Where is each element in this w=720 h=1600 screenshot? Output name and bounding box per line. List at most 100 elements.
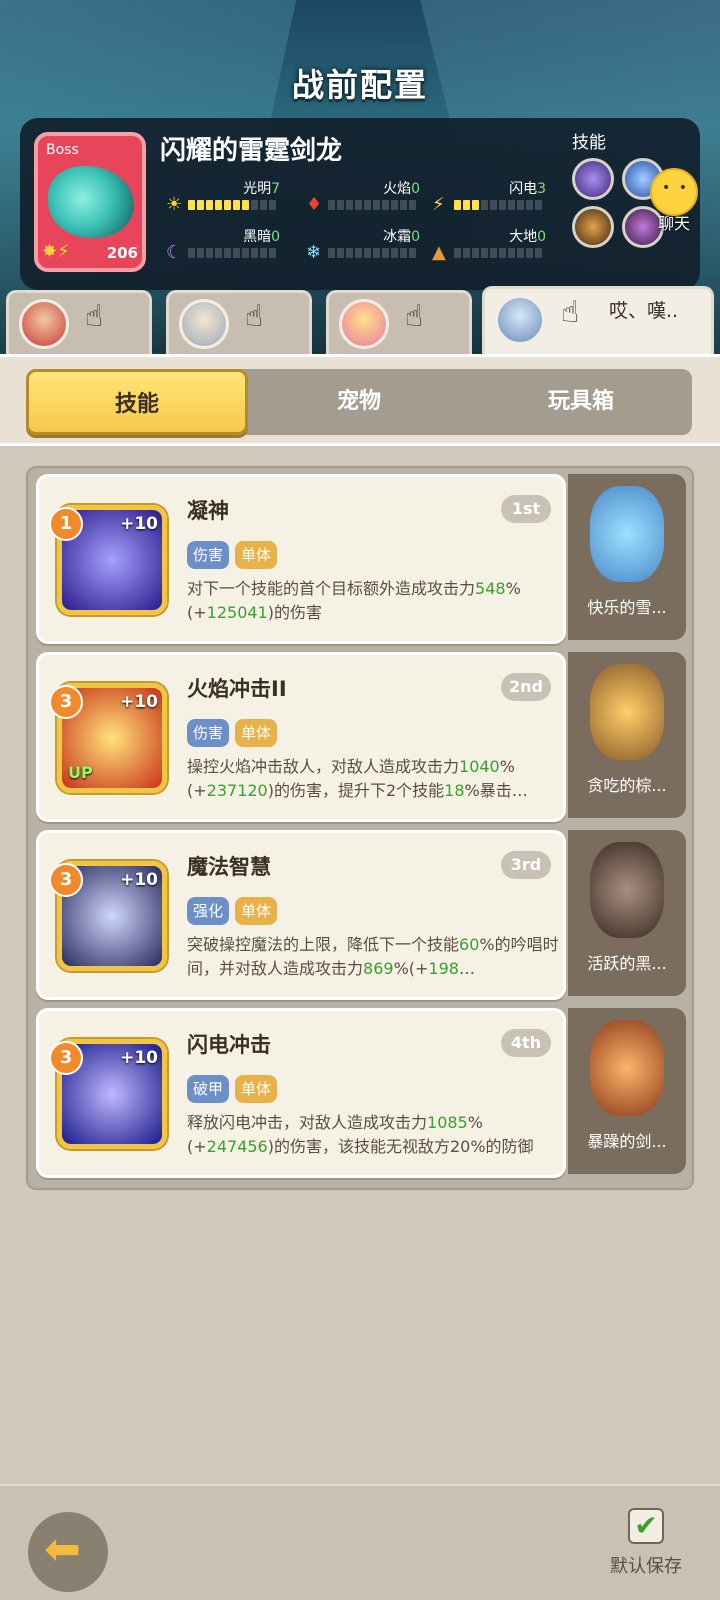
tap-hand-icon: ☝	[245, 299, 264, 334]
boss-level: 206	[106, 244, 138, 262]
earth-icon: ▲	[432, 242, 446, 263]
skill-rank: 4th	[501, 1029, 551, 1057]
sun-icon: ☀	[166, 194, 183, 215]
stat-frost: ❄ 冰霜0	[306, 229, 420, 266]
checkbox-icon: ✔	[628, 1508, 664, 1544]
back-arrow-icon: ⬅	[44, 1524, 81, 1575]
team-tab-4[interactable]: ☝ 哎、嘆..	[482, 286, 714, 354]
pet-name: 快乐的雪...	[587, 598, 667, 617]
skill-level-badge: 1	[49, 507, 83, 541]
skill-tags: 破甲 单体	[187, 1075, 278, 1103]
category-tabbar: 技能 宠物 玩具箱	[0, 354, 720, 446]
chat-button[interactable]: 聊天	[640, 168, 708, 238]
page-title: 战前配置	[291, 66, 428, 104]
tab-toybox[interactable]: 玩具箱	[470, 369, 692, 435]
tap-hand-icon: ☝	[561, 295, 580, 330]
stat-bar	[328, 200, 416, 210]
skill-card[interactable]: 1 +10 凝神 1st 伤害 单体 对下一个技能的首个目标额外造成攻击力548…	[36, 474, 566, 644]
boss-skills-label: 技能	[572, 133, 606, 153]
back-button[interactable]: ⬅	[28, 1512, 108, 1592]
tap-hand-icon: ☝	[85, 299, 104, 334]
skill-description: 突破操控魔法的上限，降低下一个技能60%的吟唱时间，并对敌人造成攻击力869%(…	[187, 935, 559, 978]
stat-light: ☀ 光明7	[166, 181, 280, 218]
snowflake-icon: ❄	[306, 242, 322, 263]
skill-plus: +10	[120, 1048, 158, 1068]
skill-tag: 破甲	[187, 1075, 230, 1103]
tab-skills[interactable]: 技能	[26, 369, 248, 435]
skill-card[interactable]: 3 +10 闪电冲击 4th 破甲 单体 释放闪电冲击，对敌人造成攻击力1085…	[36, 1008, 566, 1178]
skill-rank: 1st	[501, 495, 551, 523]
boss-tag: Boss	[46, 142, 79, 158]
save-label: 默认保存	[610, 1556, 682, 1577]
hero-avatar	[19, 299, 69, 349]
fire-icon: ♦	[306, 194, 323, 215]
stat-earth: ▲ 大地0	[432, 229, 546, 266]
skill-tag: 强化	[187, 897, 230, 925]
skill-tag: 单体	[235, 541, 278, 569]
chat-emoji-icon	[650, 168, 698, 216]
pet-name: 暴躁的剑...	[587, 1132, 667, 1151]
boss-skill-icon[interactable]	[572, 206, 614, 248]
pet-name: 活跃的黑...	[587, 954, 667, 973]
hero-avatar	[339, 299, 389, 349]
skill-description: 操控火焰冲击敌人，对敌人造成攻击力1040%(+237120)的伤害，提升下2个…	[187, 757, 528, 800]
stat-label: 闪电3	[509, 181, 546, 197]
skill-tag: 单体	[235, 1075, 278, 1103]
skill-level-badge: 3	[49, 1041, 83, 1075]
boss-info-panel: Boss ✸⚡ 206 闪耀的雷霆剑龙 ☀ 光明7 ♦ 火焰0 ⚡ 闪电3 ☾ …	[20, 118, 700, 290]
pet-portrait	[590, 1020, 664, 1116]
pet-slot[interactable]: 暴躁的剑...	[568, 1008, 686, 1174]
skill-name: 魔法智慧	[187, 855, 271, 879]
stat-label: 冰霜0	[383, 229, 420, 245]
pet-slot[interactable]: 贪吃的棕...	[568, 652, 686, 818]
tab-group: 技能 宠物 玩具箱	[26, 369, 692, 435]
stat-bar	[188, 200, 276, 210]
team-tab-3[interactable]: ☝	[326, 290, 472, 354]
skill-level-badge: 3	[49, 685, 83, 719]
element-icons: ✸⚡	[42, 241, 70, 262]
skill-level-badge: 3	[49, 863, 83, 897]
stat-lightning: ⚡ 闪电3	[432, 181, 546, 218]
skill-name: 凝神	[187, 499, 229, 523]
stat-label: 大地0	[509, 229, 546, 245]
stat-bar	[454, 200, 542, 210]
team-tab-1[interactable]: ☝	[6, 290, 152, 354]
skill-tags: 伤害 单体	[187, 719, 278, 747]
pet-slot[interactable]: 活跃的黑...	[568, 830, 686, 996]
tab-pets[interactable]: 宠物	[248, 369, 470, 435]
pet-portrait	[590, 664, 664, 760]
hero-message: 哎、嘆..	[609, 300, 679, 322]
tap-hand-icon: ☝	[405, 299, 424, 334]
skill-name: 闪电冲击	[187, 1033, 271, 1057]
hero-avatar	[179, 299, 229, 349]
pet-portrait	[590, 486, 664, 582]
stat-label: 光明7	[243, 181, 280, 197]
skill-rank: 3rd	[501, 851, 551, 879]
pet-slot[interactable]: 快乐的雪...	[568, 474, 686, 640]
skill-card[interactable]: 3 +10 魔法智慧 3rd 强化 单体 突破操控魔法的上限，降低下一个技能60…	[36, 830, 566, 1000]
stat-bar	[454, 248, 542, 258]
skill-tags: 伤害 单体	[187, 541, 278, 569]
skill-tag: 伤害	[187, 719, 230, 747]
moon-icon: ☾	[166, 242, 183, 263]
boss-skill-icon[interactable]	[572, 158, 614, 200]
default-save-toggle[interactable]: ✔ 默认保存	[606, 1508, 686, 1588]
boss-card[interactable]: Boss ✸⚡ 206	[34, 132, 146, 272]
skill-plus: +10	[120, 514, 158, 534]
hero-avatar	[495, 295, 545, 345]
lightning-icon: ⚡	[432, 194, 445, 215]
skill-description: 对下一个技能的首个目标额外造成攻击力548%(+125041)的伤害	[187, 579, 521, 622]
stat-bar	[188, 248, 276, 258]
skill-tag: 单体	[235, 897, 278, 925]
skill-description: 释放闪电冲击，对敌人造成攻击力1085%(+247456)的伤害，该技能无视敌方…	[187, 1113, 534, 1156]
team-tab-2[interactable]: ☝	[166, 290, 312, 354]
stat-fire: ♦ 火焰0	[306, 181, 420, 218]
stat-dark: ☾ 黑暗0	[166, 229, 280, 266]
skill-up-badge: UP	[68, 763, 93, 782]
stat-bar	[328, 248, 416, 258]
stat-label: 黑暗0	[243, 229, 280, 245]
footer-bar: ⬅ ✔ 默认保存	[0, 1484, 720, 1600]
skill-card[interactable]: 3 +10 UP 火焰冲击II 2nd 伤害 单体 操控火焰冲击敌人，对敌人造成攻…	[36, 652, 566, 822]
skill-tag: 单体	[235, 719, 278, 747]
skill-rank: 2nd	[501, 673, 551, 701]
